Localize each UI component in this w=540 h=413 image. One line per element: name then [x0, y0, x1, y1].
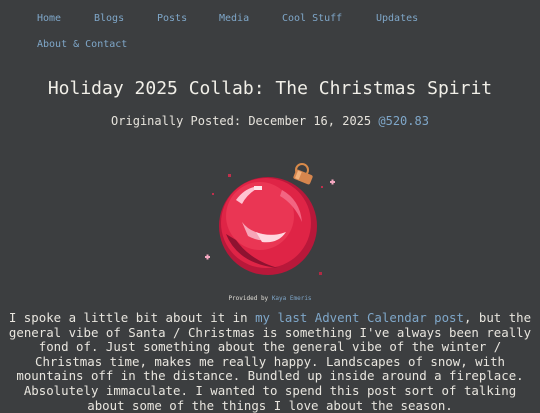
credit-prefix: Provided by	[228, 295, 269, 302]
post-title: Holiday 2025 Collab: The Christmas Spiri…	[47, 78, 493, 99]
credit-author-link[interactable]: Kaya Emeris	[272, 295, 312, 302]
posted-date-text: Originally Posted: December 16, 2025	[111, 114, 372, 128]
post-date: Originally Posted: December 16, 2025 @52…	[0, 114, 540, 128]
image-credit: Provided by Kaya Emeris	[0, 295, 540, 302]
christmas-ornament-icon	[205, 163, 335, 275]
body-intro-text: I spoke a little bit about it in	[8, 310, 256, 325]
post-body: I spoke a little bit about it in my last…	[8, 310, 532, 413]
nav-home-link[interactable]: Home	[37, 13, 61, 24]
ornament-cap	[293, 163, 313, 185]
body-main-text: , but the general vibe of Santa / Christ…	[8, 310, 532, 413]
nav-about-contact-link[interactable]: About & Contact	[37, 39, 127, 50]
nav-cool-stuff-link[interactable]: Cool Stuff	[282, 13, 342, 24]
advent-calendar-post-link[interactable]: my last Advent Calendar post	[255, 310, 464, 325]
nav-media-link[interactable]: Media	[219, 13, 249, 24]
nav-posts-link[interactable]: Posts	[157, 13, 187, 24]
posted-beat-time: @520.83	[378, 114, 429, 128]
nav-blogs-link[interactable]: Blogs	[94, 13, 124, 24]
nav-updates-link[interactable]: Updates	[376, 13, 418, 24]
